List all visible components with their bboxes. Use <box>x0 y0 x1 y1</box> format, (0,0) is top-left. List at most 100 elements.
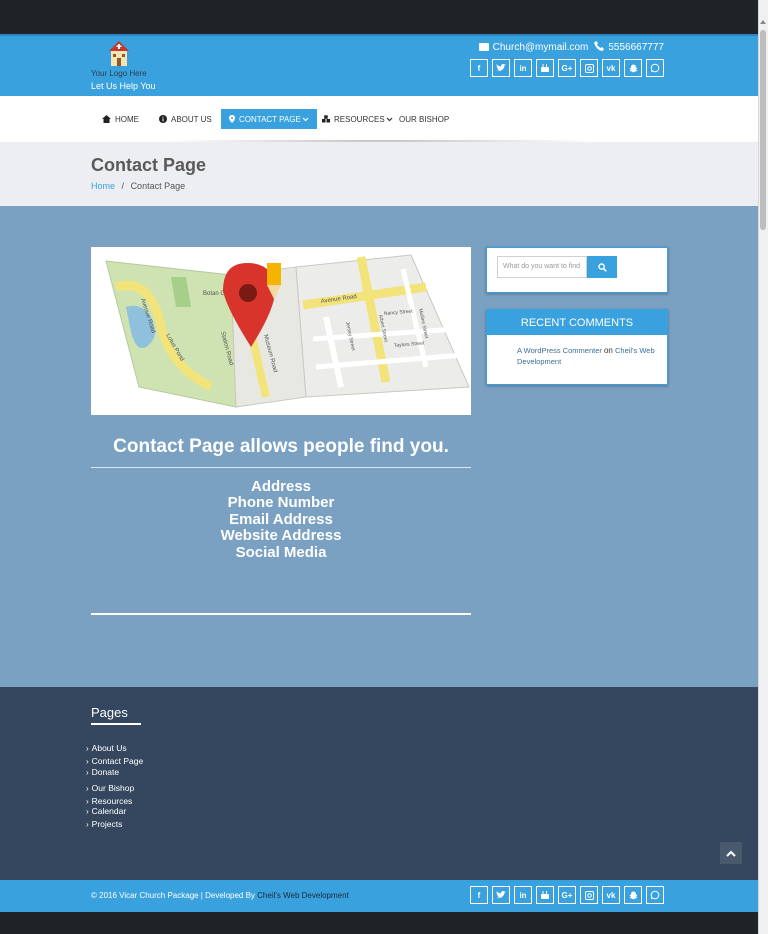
snapchat-icon[interactable] <box>624 59 642 77</box>
recent-comments-widget: RECENT COMMENTS A WordPress Commenter on… <box>486 309 668 385</box>
footer-link-label: Projects <box>91 819 123 829</box>
footer-link-contact-page[interactable]: › Contact Page <box>86 756 143 766</box>
header-social-icons: f in G+ vk <box>470 59 664 77</box>
copyright-text: © 2016 Vicar Church Package | Developed … <box>91 891 349 900</box>
whatsapp-icon[interactable] <box>646 886 664 904</box>
instagram-icon[interactable] <box>580 886 598 904</box>
snapchat-icon[interactable] <box>624 886 642 904</box>
footer-pages-title: Pages <box>91 705 128 720</box>
email-text: Church@mymail.com <box>492 41 589 53</box>
page-title: Contact Page <box>91 155 207 175</box>
whatsapp-icon[interactable] <box>646 59 664 77</box>
comment-author-link[interactable]: A WordPress Commenter <box>517 346 602 355</box>
scrollbar-thumb[interactable] <box>760 30 766 230</box>
breadcrumb-separator: / <box>121 181 125 191</box>
nav-label: HOME <box>115 114 139 124</box>
footer-link-resources[interactable]: › Resources <box>86 796 132 806</box>
breadcrumb-home-link[interactable]: Home <box>91 181 115 191</box>
chevron-right-icon: › <box>86 744 89 753</box>
chevron-down-icon <box>386 117 393 121</box>
twitter-icon[interactable] <box>492 59 510 77</box>
chevron-right-icon: › <box>86 784 89 793</box>
search-widget: What do you want to find <box>486 247 668 293</box>
instagram-icon[interactable] <box>580 59 598 77</box>
footer-social-icons: f in G+ vk <box>470 886 664 904</box>
footer-link-label: About Us <box>91 743 127 753</box>
site-tagline: Let Us Help You <box>91 81 156 91</box>
browser-bottom-bar <box>0 912 758 934</box>
recent-comment-item: A WordPress Commenter on Cheil's Web Dev… <box>487 335 667 367</box>
vk-icon[interactable]: vk <box>602 886 620 904</box>
chevron-right-icon: › <box>86 757 89 766</box>
footer-link-donate[interactable]: › Donate <box>86 767 119 777</box>
nav-label: RESOURCES <box>334 114 385 124</box>
footer-link-calendar[interactable]: › Calendar <box>86 806 126 816</box>
info-line-email: Email Address <box>229 510 333 528</box>
recent-comments-title: RECENT COMMENTS <box>487 310 667 335</box>
church-logo-icon[interactable] <box>103 40 135 68</box>
nav-item-about-us[interactable]: ABOUT US <box>159 109 212 129</box>
home-icon <box>102 115 111 123</box>
scroll-up-arrow-icon[interactable] <box>760 20 766 28</box>
nav-item-our-bishop[interactable]: OUR BISHOP <box>399 109 449 129</box>
footer-link-label: Donate <box>91 767 120 777</box>
comment-on-text: on <box>603 346 613 355</box>
info-icon <box>159 115 167 123</box>
phone-icon <box>594 41 605 51</box>
youtube-icon[interactable] <box>536 59 554 77</box>
main-heading: Contact Page allows people find you. <box>113 436 449 457</box>
info-line-social: Social Media <box>235 543 327 561</box>
footer-link-label: Contact Page <box>91 756 144 766</box>
email-link[interactable]: Church@mymail.com <box>478 41 589 53</box>
site-header: Your Logo Here Let Us Help You Church@my… <box>0 34 758 96</box>
chevron-down-icon <box>302 117 309 121</box>
linkedin-icon[interactable]: in <box>514 886 532 904</box>
footer-link-label: Our Bishop <box>91 783 135 793</box>
browser-top-bar <box>0 0 758 34</box>
nav-item-contact-page[interactable]: CONTACT PAGE <box>221 109 317 129</box>
footer-title-underline <box>91 723 141 725</box>
nav-label: ABOUT US <box>171 114 212 124</box>
footer-link-about-us[interactable]: › About Us <box>86 743 127 753</box>
search-input[interactable]: What do you want to find <box>497 256 587 278</box>
map-illustration: Avenue Road Lotus Pond Botan Gard Statio… <box>91 247 471 415</box>
phone-text: 5556667777 <box>608 42 664 53</box>
youtube-icon[interactable] <box>536 886 554 904</box>
twitter-icon[interactable] <box>492 886 510 904</box>
nav-item-home[interactable]: HOME <box>102 109 139 129</box>
chevron-right-icon: › <box>86 768 89 777</box>
contact-info-list: Address Phone Number Email Address Websi… <box>91 478 471 561</box>
search-button[interactable] <box>587 256 617 278</box>
header-contact-line: Church@mymail.com 5556667777 <box>478 41 664 53</box>
footer-link-our-bishop[interactable]: › Our Bishop <box>86 783 134 793</box>
breadcrumb-current: Contact Page <box>130 181 186 191</box>
footer-link-projects[interactable]: › Projects <box>86 819 122 829</box>
info-line-website: Website Address <box>220 527 342 545</box>
google-plus-icon[interactable]: G+ <box>558 886 576 904</box>
nav-label: CONTACT PAGE <box>239 114 301 124</box>
developer-link[interactable]: Cheil's Web Development <box>257 891 349 900</box>
linkedin-icon[interactable]: in <box>514 59 532 77</box>
cubes-icon <box>322 115 330 123</box>
phone-link[interactable]: 5556667777 <box>594 41 664 53</box>
footer-link-label: Resources <box>91 796 133 806</box>
info-line-phone: Phone Number <box>227 494 335 512</box>
envelope-icon <box>478 42 489 51</box>
divider <box>91 467 471 468</box>
facebook-icon[interactable]: f <box>470 59 488 77</box>
copyright-label: © 2016 Vicar Church Package | Developed … <box>91 891 258 900</box>
chevron-right-icon: › <box>86 807 89 816</box>
google-plus-icon[interactable]: G+ <box>558 59 576 77</box>
page-header: Contact Page Home / Contact Page <box>0 142 758 206</box>
info-line-address: Address <box>250 478 312 495</box>
search-icon <box>597 262 607 272</box>
breadcrumb: Home / Contact Page <box>91 181 185 191</box>
facebook-icon[interactable]: f <box>470 886 488 904</box>
vk-icon[interactable]: vk <box>602 59 620 77</box>
back-to-top-button[interactable] <box>720 842 742 864</box>
divider <box>91 613 471 615</box>
chevron-right-icon: › <box>86 820 89 829</box>
nav-item-resources[interactable]: RESOURCES <box>322 109 393 129</box>
main-content: Avenue Road Lotus Pond Botan Gard Statio… <box>0 206 758 687</box>
map-marker-icon <box>229 115 235 123</box>
